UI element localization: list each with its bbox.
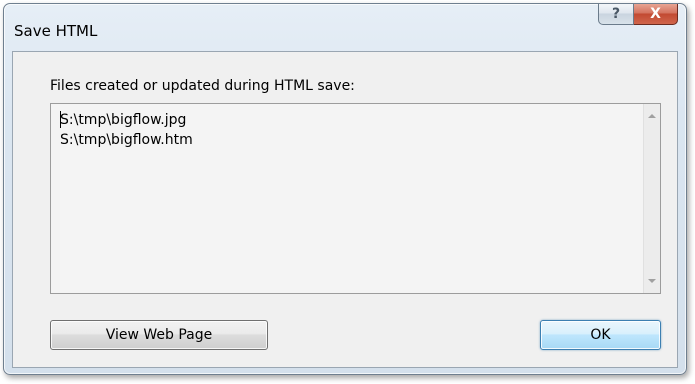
files-list: S:\tmp\bigflow.jpg S:\tmp\bigflow.htm xyxy=(60,110,193,150)
scroll-up-arrow-icon[interactable] xyxy=(648,114,656,118)
dialog-body: Files created or updated during HTML sav… xyxy=(12,51,678,368)
save-html-dialog: Save HTML ? X Files created or updated d… xyxy=(3,3,687,375)
list-item: S:\tmp\bigflow.jpg xyxy=(60,112,187,128)
vertical-scrollbar[interactable] xyxy=(643,104,660,293)
help-icon: ? xyxy=(611,6,621,22)
scroll-down-arrow-icon[interactable] xyxy=(648,279,656,283)
help-button[interactable]: ? xyxy=(598,4,634,25)
files-listbox[interactable]: S:\tmp\bigflow.jpg S:\tmp\bigflow.htm xyxy=(50,103,661,294)
files-label: Files created or updated during HTML sav… xyxy=(50,78,355,94)
ok-button[interactable]: OK xyxy=(540,320,661,350)
view-web-page-button[interactable]: View Web Page xyxy=(50,320,268,350)
screen: Save HTML ? X Files created or updated d… xyxy=(0,0,695,384)
text-caret xyxy=(60,111,61,128)
title-bar[interactable]: Save HTML ? X xyxy=(4,4,686,51)
close-button[interactable]: X xyxy=(634,4,678,25)
window-title: Save HTML xyxy=(14,22,98,40)
close-icon: X xyxy=(650,6,661,22)
list-item: S:\tmp\bigflow.htm xyxy=(60,132,193,148)
caption-buttons: ? X xyxy=(598,4,678,25)
